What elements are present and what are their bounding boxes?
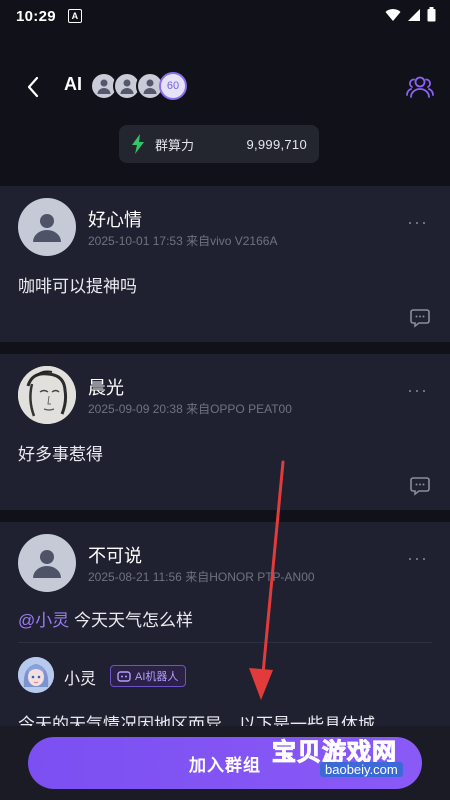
person-icon	[97, 79, 111, 94]
status-bar: 10:29 A	[0, 0, 450, 32]
bottom-bar: 加入群组	[0, 726, 450, 800]
bot-avatar[interactable]	[18, 657, 54, 693]
post-card[interactable]: 好心情 2025-10-01 17:53 来自vivo V2166A ··· 咖…	[0, 186, 450, 342]
member-avatars[interactable]: 60	[90, 72, 187, 100]
chevron-left-icon	[27, 76, 39, 98]
bot-name[interactable]: 小灵	[64, 665, 96, 689]
status-time: 10:29	[16, 7, 56, 25]
back-button[interactable]	[20, 74, 46, 100]
more-options-button[interactable]: ···	[407, 380, 428, 401]
user-avatar[interactable]	[18, 534, 76, 592]
post-card[interactable]: 晨光 2025-09-09 20:38 来自OPPO PEAT00 ··· 好多…	[0, 354, 450, 510]
comment-icon[interactable]	[410, 308, 430, 328]
battery-icon	[427, 7, 436, 22]
post-author[interactable]: 不可说	[88, 542, 142, 568]
person-icon	[120, 79, 134, 94]
user-avatar[interactable]	[18, 198, 76, 256]
post-meta: 2025-10-01 17:53 来自vivo V2166A	[88, 234, 278, 248]
reply-divider	[18, 642, 432, 643]
sketch-portrait-icon	[18, 366, 76, 424]
chat-header: AI 60	[0, 60, 450, 112]
members-button[interactable]	[404, 72, 436, 102]
notification-a-icon: A	[67, 9, 82, 23]
post-content: @小灵 今天天气怎么样	[18, 606, 193, 631]
post-text: 今天天气怎么样	[74, 611, 193, 630]
robot-icon	[117, 671, 131, 682]
person-icon	[33, 550, 61, 578]
mention-link[interactable]: @小灵	[18, 611, 69, 630]
post-author[interactable]: 晨光	[88, 374, 124, 400]
user-avatar[interactable]	[18, 366, 76, 424]
ai-bot-tag: AI机器人	[110, 665, 187, 687]
join-group-button[interactable]: 加入群组	[28, 737, 422, 789]
post-card[interactable]: 不可说 2025-08-21 11:56 来自HONOR PTP-AN00 ··…	[0, 522, 450, 734]
more-options-button[interactable]: ···	[407, 212, 428, 233]
power-label: 群算力	[155, 137, 195, 153]
group-members-icon	[406, 76, 434, 98]
ai-girl-avatar-icon	[18, 657, 54, 693]
group-power-pill: 群算力 9,999,710	[119, 125, 319, 163]
person-icon	[33, 214, 61, 242]
group-title: AI	[64, 74, 82, 94]
more-options-button[interactable]: ···	[407, 548, 428, 569]
ai-bot-tag-label: AI机器人	[135, 671, 179, 683]
wifi-icon	[385, 8, 401, 21]
post-meta: 2025-08-21 11:56 来自HONOR PTP-AN00	[88, 570, 315, 584]
post-content: 咖啡可以提神吗	[18, 277, 137, 296]
lightning-icon	[132, 134, 144, 154]
comment-icon[interactable]	[410, 476, 430, 496]
post-content: 好多事惹得	[18, 445, 103, 464]
post-author[interactable]: 好心情	[88, 206, 142, 232]
member-count-badge: 60	[159, 72, 187, 100]
power-value: 9,999,710	[246, 136, 307, 152]
signal-icon	[408, 8, 420, 21]
status-indicators	[385, 7, 436, 22]
post-meta: 2025-09-09 20:38 来自OPPO PEAT00	[88, 402, 292, 416]
person-icon	[143, 79, 157, 94]
